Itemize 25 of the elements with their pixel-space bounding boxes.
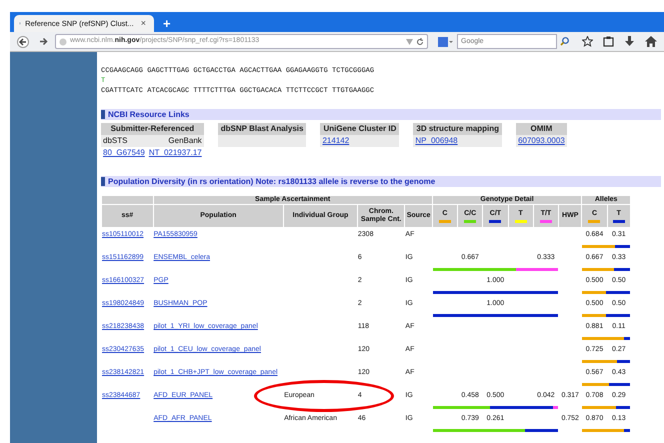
new-tab-button[interactable]: + bbox=[160, 16, 174, 32]
close-tab-button[interactable]: × bbox=[138, 16, 149, 30]
search-icon[interactable] bbox=[560, 37, 569, 46]
frequency-bar bbox=[582, 314, 630, 316]
frequency-bar bbox=[582, 406, 630, 408]
frequency-bar bbox=[582, 382, 630, 386]
globe-icon bbox=[59, 38, 67, 46]
frequency-bar bbox=[582, 336, 630, 340]
table-cell: GenBank bbox=[168, 135, 202, 147]
bookmark-star-icon[interactable] bbox=[579, 36, 596, 47]
frequency-bar bbox=[582, 268, 630, 270]
column-header: dbSNP Blast Analysis bbox=[218, 123, 320, 135]
table-link[interactable]: NT_021937.17 bbox=[148, 147, 202, 159]
back-button[interactable] bbox=[14, 36, 32, 48]
frequency-bar bbox=[582, 360, 630, 362]
section-title: Population Diversity (in rs orientation) Note: rs1801133 allele is reverse to the genome bbox=[108, 176, 436, 188]
reload-icon[interactable] bbox=[416, 38, 424, 46]
section-title: NCBI Resource Links bbox=[108, 108, 190, 120]
column-header: UniGene Cluster ID bbox=[320, 123, 414, 135]
table-cell: dbSTS bbox=[103, 135, 128, 147]
frequency-bar bbox=[582, 244, 630, 248]
frequency-bar bbox=[582, 428, 630, 432]
search-engine-icon[interactable] bbox=[438, 36, 454, 46]
frequency-bar bbox=[582, 290, 630, 294]
table-link[interactable]: 80_G67549 bbox=[103, 147, 145, 159]
